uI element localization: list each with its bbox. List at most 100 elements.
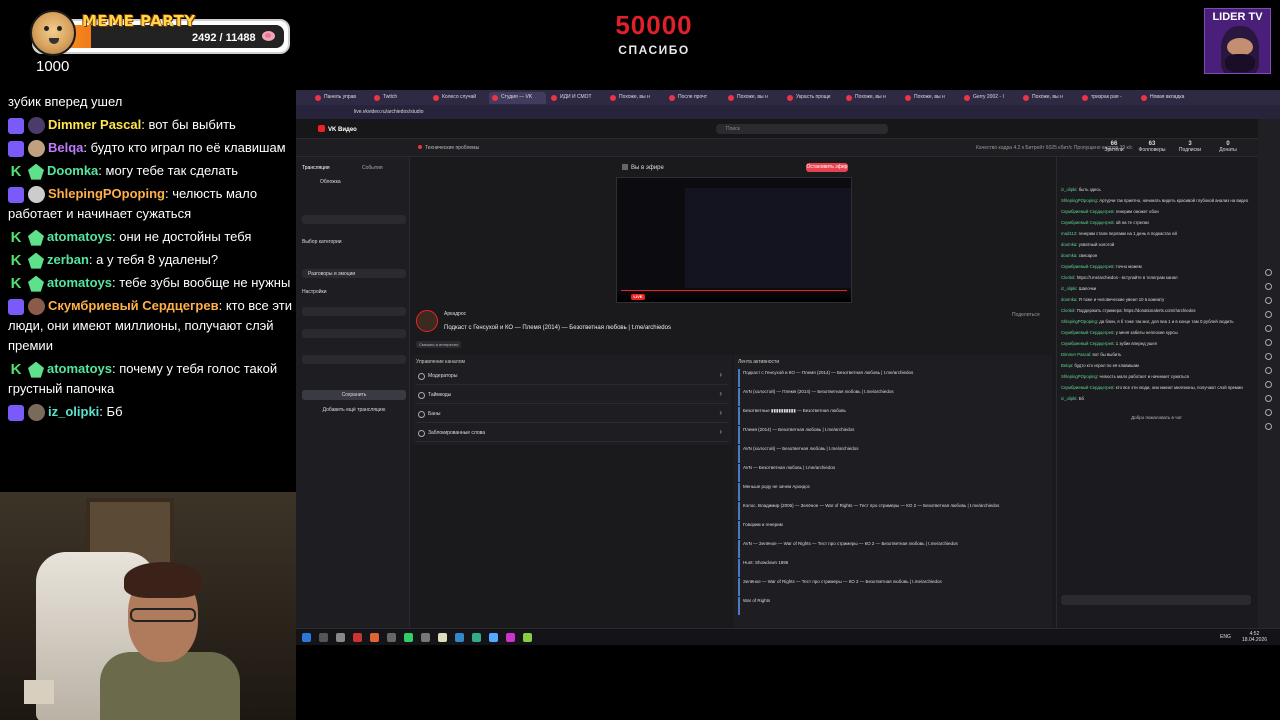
search-input[interactable]: Поиск bbox=[716, 124, 888, 134]
sidebar-app-icon[interactable] bbox=[1265, 395, 1272, 402]
studio-chat-user[interactable]: ShlepingPOpoping bbox=[1061, 319, 1097, 324]
studio-chat-user[interactable]: doomka bbox=[1061, 253, 1076, 258]
stop-stream-button[interactable]: Остановить эфир bbox=[806, 163, 848, 172]
chat-username[interactable]: Belqa bbox=[48, 140, 83, 155]
taskbar-app-icon[interactable] bbox=[506, 633, 515, 642]
studio-chat-user[interactable]: doomka bbox=[1061, 297, 1076, 302]
browser-tab[interactable]: Twitch bbox=[371, 92, 428, 104]
stream-tag[interactable]: Смешно и интересно bbox=[416, 341, 462, 348]
management-item[interactable]: Баны bbox=[416, 405, 728, 423]
taskbar-app-icon[interactable] bbox=[387, 633, 396, 642]
feed-item[interactable]: Зелёное — War of Rights — Тест про стрим… bbox=[738, 578, 1044, 596]
studio-chat-user[interactable]: Cloritol bbox=[1061, 275, 1074, 280]
browser-tab[interactable]: Украсть проще bbox=[784, 92, 841, 104]
taskbar-clock[interactable]: 4:52 18.04.2026 bbox=[1242, 631, 1267, 643]
access-field[interactable] bbox=[302, 307, 406, 316]
studio-chat-user[interactable]: Dimmer Pascal bbox=[1061, 352, 1090, 357]
feed-item[interactable]: AVN (холостой) — Племя (2014) — Безответ… bbox=[738, 388, 1044, 406]
taskbar-app-icon[interactable] bbox=[404, 633, 413, 642]
tab-broadcast[interactable]: Трансляция bbox=[302, 165, 330, 171]
taskbar-app-icon[interactable] bbox=[421, 633, 430, 642]
share-button[interactable]: Поделиться bbox=[1012, 312, 1040, 318]
taskbar-app-icon[interactable] bbox=[438, 633, 447, 642]
feed-item[interactable]: Меньше роду не зачем Архидос bbox=[738, 483, 1044, 501]
studio-chat-user[interactable]: iz_olipki bbox=[1061, 286, 1076, 291]
taskbar-app-icon[interactable] bbox=[353, 633, 362, 642]
feed-item[interactable]: Племя (2014) — Безответная любовь | t.me… bbox=[738, 426, 1044, 444]
browser-tab[interactable]: Похоже, вы н bbox=[725, 92, 782, 104]
feed-item[interactable]: Безответные ▮▮▮▮▮▮▮▮▮▮ — Безответная люб… bbox=[738, 407, 1044, 425]
studio-chat-user[interactable]: Скумбриевый Сердцегрев bbox=[1061, 330, 1113, 335]
taskbar-app-icon[interactable] bbox=[455, 633, 464, 642]
delay-field[interactable] bbox=[302, 355, 406, 364]
studio-chat-user[interactable]: Скумбриевый Сердцегрев bbox=[1061, 385, 1113, 390]
feed-item[interactable]: Подкаст с Генсухой и КО — Племя (2014) —… bbox=[738, 369, 1044, 387]
studio-chat-user[interactable]: Belqa bbox=[1061, 363, 1072, 368]
browser-tab[interactable]: Похоже, вы н bbox=[843, 92, 900, 104]
management-item[interactable]: Таймкоды bbox=[416, 386, 728, 404]
link-field[interactable] bbox=[302, 329, 406, 338]
browser-tab[interactable]: Похоже, вы н bbox=[607, 92, 664, 104]
feed-item[interactable]: AVN — Зелёное — War of Rights — Тест про… bbox=[738, 540, 1044, 558]
feed-item[interactable]: AVN (холостой) — Безответная любовь | t.… bbox=[738, 445, 1044, 463]
management-item[interactable]: Модераторы bbox=[416, 367, 728, 385]
sidebar-app-icon[interactable] bbox=[1265, 311, 1272, 318]
browser-tab[interactable]: Студия — VK bbox=[489, 92, 546, 104]
management-item[interactable]: Заблокированные слова bbox=[416, 424, 728, 442]
studio-chat-user[interactable]: Скумбриевый Сердцегрев bbox=[1061, 264, 1113, 269]
taskbar-app-icon[interactable] bbox=[472, 633, 481, 642]
studio-chat-user[interactable]: iz_olipki bbox=[1061, 396, 1076, 401]
taskbar-app-icon[interactable] bbox=[370, 633, 379, 642]
feed-item[interactable]: Hunt: Showdown 1896 bbox=[738, 559, 1044, 577]
sidebar-app-icon[interactable] bbox=[1265, 269, 1272, 276]
vk-logo[interactable]: VK Видео bbox=[318, 125, 357, 133]
studio-chat-user[interactable]: mad112 bbox=[1061, 231, 1076, 236]
feed-item[interactable]: AVN — Безответная любовь | t.me/archiedo… bbox=[738, 464, 1044, 482]
sidebar-app-icon[interactable] bbox=[1265, 423, 1272, 430]
chat-username[interactable]: atomatoys bbox=[47, 361, 112, 376]
chat-username[interactable]: zerban bbox=[47, 252, 89, 267]
chat-username[interactable]: Скумбриевый Сердцегрев bbox=[48, 298, 219, 313]
browser-tab[interactable]: После прочт bbox=[666, 92, 723, 104]
sidebar-app-icon[interactable] bbox=[1265, 283, 1272, 290]
player-progress[interactable] bbox=[621, 290, 847, 291]
sidebar-app-icon[interactable] bbox=[1265, 409, 1272, 416]
studio-chat-user[interactable]: iz_olipki bbox=[1061, 187, 1076, 192]
taskbar-app-icon[interactable] bbox=[302, 633, 311, 642]
studio-chat-user[interactable]: Скумбриевый Сердцегрев bbox=[1061, 209, 1113, 214]
taskbar-app-icon[interactable] bbox=[319, 633, 328, 642]
taskbar-app-icon[interactable] bbox=[489, 633, 498, 642]
browser-tab[interactable]: Похоже, вы н bbox=[1020, 92, 1077, 104]
studio-chat-user[interactable]: ShlepingPOpoping bbox=[1061, 374, 1097, 379]
tab-events[interactable]: События bbox=[362, 165, 383, 171]
studio-chat-user[interactable]: Скумбриевый Сердцегрев bbox=[1061, 341, 1113, 346]
sidebar-app-icon[interactable] bbox=[1265, 339, 1272, 346]
sidebar-app-icon[interactable] bbox=[1265, 381, 1272, 388]
studio-chat-user[interactable]: Скумбриевый Сердцегрев bbox=[1061, 220, 1113, 225]
taskbar-app-icon[interactable] bbox=[336, 633, 345, 642]
browser-tab[interactable]: тризрак рая - bbox=[1079, 92, 1136, 104]
sidebar-app-icon[interactable] bbox=[1265, 325, 1272, 332]
browser-tab[interactable]: Новая вкладка bbox=[1138, 92, 1195, 104]
feed-item[interactable]: War of Rights bbox=[738, 597, 1044, 615]
studio-chat-user[interactable]: doomka bbox=[1061, 242, 1076, 247]
sidebar-app-icon[interactable] bbox=[1265, 297, 1272, 304]
studio-chat-user[interactable]: Cloritol bbox=[1061, 308, 1074, 313]
browser-tab[interactable]: Колесо случай bbox=[430, 92, 487, 104]
browser-tab[interactable]: Похоже, вы н bbox=[902, 92, 959, 104]
taskbar-app-icon[interactable] bbox=[523, 633, 532, 642]
sidebar-app-icon[interactable] bbox=[1265, 367, 1272, 374]
address-url[interactable]: live.vkvideo.ru/archiedos/studio bbox=[354, 109, 423, 115]
browser-tab[interactable]: ИДИ И СМОТ bbox=[548, 92, 605, 104]
chat-username[interactable]: iz_olipki bbox=[48, 404, 99, 419]
save-button[interactable]: Сохранить bbox=[302, 390, 406, 400]
feed-item[interactable]: Говорим и генерим bbox=[738, 521, 1044, 539]
add-broadcast-button[interactable]: Добавить ещё трансляцию bbox=[302, 405, 406, 415]
browser-tab[interactable]: Панель управ bbox=[312, 92, 369, 104]
feed-item[interactable]: Колос. Владимир (2006) — Зелёное — War o… bbox=[738, 502, 1044, 520]
chat-username[interactable]: ShlepingPOpoping bbox=[48, 186, 165, 201]
chat-username[interactable]: Doomka bbox=[47, 163, 98, 178]
chat-username[interactable]: Dimmer Pascal bbox=[48, 117, 141, 132]
sidebar-app-icon[interactable] bbox=[1265, 353, 1272, 360]
chat-username[interactable]: atomatoys bbox=[47, 275, 112, 290]
